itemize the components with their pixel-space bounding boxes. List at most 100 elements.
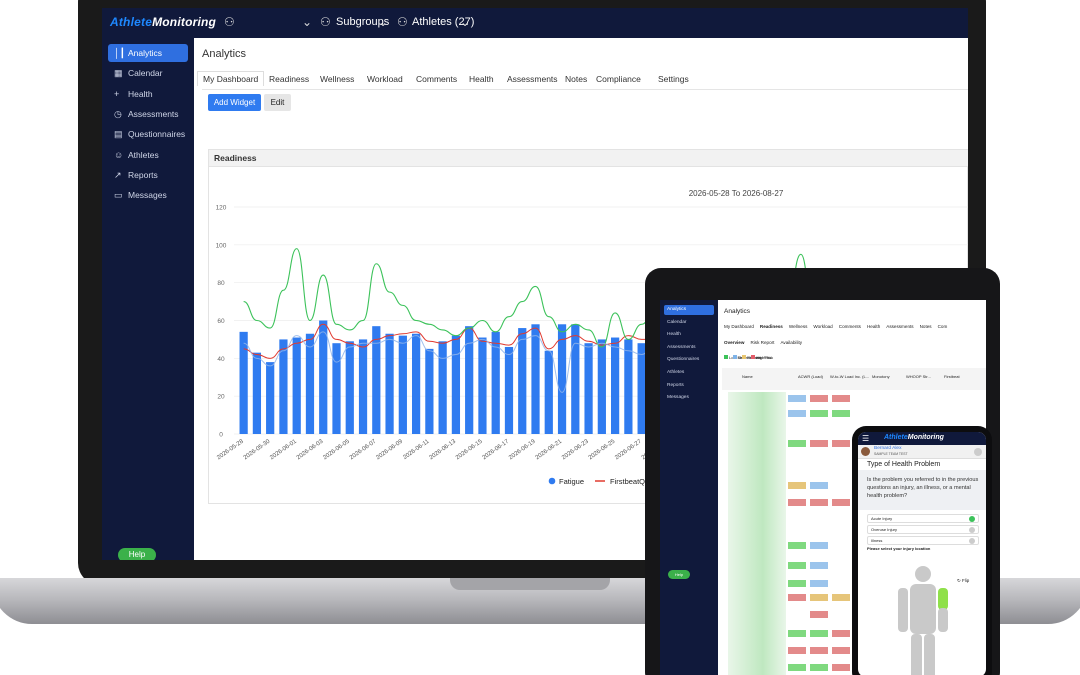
bar-fatigue — [438, 341, 447, 434]
tab-compliance[interactable]: Compliance — [596, 74, 641, 84]
tablet-sidebar-item-questionnaires[interactable]: Questionnaires — [664, 355, 714, 365]
sidebar-item-calendar[interactable]: ▦ Calendar — [108, 64, 188, 82]
tablet-risk-legend: Low RiskUndertrainedElevated RiskHigh Ri… — [724, 353, 773, 360]
tablet-column-header[interactable]: ACWR (Load) — [798, 374, 823, 379]
tablet-tab-com[interactable]: Com — [938, 324, 948, 329]
tablet-status-cell — [832, 630, 850, 637]
user-name: Bernard Alex — [874, 446, 902, 451]
tab-settings[interactable]: Settings — [658, 74, 689, 84]
tablet-status-cell — [832, 395, 850, 402]
tablet-status-cell — [788, 410, 806, 417]
tab-comments[interactable]: Comments — [416, 74, 457, 84]
tab-health[interactable]: Health — [469, 74, 494, 84]
x-tick-label: 2026-06-03 — [296, 438, 325, 461]
x-tick-label: 2026-05-28 — [216, 438, 245, 461]
tablet-status-cell — [810, 542, 828, 549]
sidebar-item-label: Reports — [128, 169, 158, 180]
tab-notes[interactable]: Notes — [565, 74, 587, 84]
sidebar-item-label: Health — [128, 88, 153, 99]
tablet-column-header[interactable]: W-to-W Load Inc. (L... — [830, 374, 869, 379]
chart-title: 2026-05-28 To 2026-08-27 — [689, 189, 784, 198]
chevron-down-icon[interactable]: ⌄ — [302, 15, 312, 29]
tablet-legend-item: Elevated Risk — [742, 354, 771, 360]
tab-readiness[interactable]: Readiness — [269, 74, 309, 84]
tab-assessments[interactable]: Assessments — [507, 74, 558, 84]
tablet-sidebar-item-messages[interactable]: Messages — [664, 393, 714, 403]
y-tick-label: 100 — [216, 242, 227, 249]
answer-option[interactable]: Illness — [867, 536, 979, 545]
menu-icon[interactable]: ☰ — [862, 434, 869, 443]
bar-fatigue — [252, 352, 262, 434]
tab-workload[interactable]: Workload — [367, 74, 403, 84]
tablet-sidebar-item-assessments[interactable]: Assessments — [664, 343, 714, 353]
answer-option[interactable]: Acute Injury — [867, 514, 979, 523]
sidebar-item-reports[interactable]: ↗ Reports — [108, 166, 188, 184]
tablet-tab-my-dashboard[interactable]: My Dashboard — [724, 324, 754, 329]
help-button[interactable]: Help — [118, 548, 156, 560]
tablet-column-header[interactable]: Name — [742, 374, 753, 379]
option-label: Illness — [871, 538, 883, 543]
tab-my-dashboard[interactable]: My Dashboard — [197, 71, 265, 86]
tablet-sidebar-item-calendar[interactable]: Calendar — [664, 318, 714, 328]
tablet-subtab-availability[interactable]: Availability — [780, 340, 802, 345]
check-icon — [969, 516, 975, 522]
calendar-icon: ▦ — [114, 68, 123, 79]
bar-fatigue — [624, 339, 633, 434]
y-tick-label: 0 — [219, 432, 223, 439]
sidebar-item-athletes[interactable]: ☺ Athletes — [108, 146, 188, 164]
tablet-tab-workload[interactable]: Workload — [813, 324, 832, 329]
tablet-tab-bar: My Dashboard Readiness Wellness Workload Com… — [724, 324, 953, 329]
sidebar-item-messages[interactable]: ▭ Messages — [108, 186, 188, 204]
tablet-tab-notes[interactable]: Notes — [920, 324, 932, 329]
tablet-tab-readiness[interactable]: Readiness — [760, 324, 783, 329]
radio-icon — [969, 538, 975, 544]
legend-label-fatigue[interactable]: Fatigue — [559, 477, 584, 486]
sidebar-item-health[interactable]: + Health — [108, 85, 188, 103]
y-tick-label: 40 — [217, 356, 225, 363]
flip-button[interactable]: ↻ Flip — [957, 578, 969, 584]
sidebar-item-questionnaires[interactable]: ▤ Questionnaires — [108, 125, 188, 143]
tablet-subtab-overview[interactable]: Overview — [724, 340, 744, 345]
tablet-status-cell — [788, 542, 806, 549]
legend-swatch — [733, 354, 737, 359]
answer-option[interactable]: Overuse Injury — [867, 525, 979, 534]
bar-fatigue — [531, 324, 540, 434]
chevron-down-icon[interactable]: ⌄ — [378, 15, 388, 29]
tablet-sidebar-item-reports[interactable]: Reports — [664, 381, 714, 391]
tablet-tab-assessments[interactable]: Assessments — [886, 324, 913, 329]
top-bar: AthleteMonitoring ⚇ ⌄ ⚇ Subgroups ⌄ ⚇ At… — [102, 8, 968, 38]
tablet-status-cell — [788, 580, 806, 587]
tablet-column-header[interactable]: Monotony — [872, 374, 890, 379]
tablet-status-cell — [810, 611, 828, 618]
tablet-column-header[interactable]: WHOOP Str... — [906, 374, 931, 379]
tablet-status-cell — [810, 562, 828, 569]
chevron-down-icon[interactable]: ⌄ — [460, 15, 470, 29]
tablet-help-button[interactable]: Help — [668, 570, 690, 579]
y-tick-label: 20 — [217, 394, 225, 401]
team-icon[interactable]: ⚇ — [224, 15, 235, 29]
tablet-sidebar-item-health[interactable]: Health — [664, 330, 714, 340]
x-tick-label: 2026-06-09 — [375, 438, 404, 461]
body-map[interactable] — [888, 562, 958, 675]
phone-screen: ☰ AthleteMonitoring Bernard Alex SAMPLE … — [858, 432, 986, 675]
radio-icon — [969, 527, 975, 533]
tablet-column-header[interactable]: Firstbeat — [944, 374, 960, 379]
sidebar-item-analytics[interactable]: │┃ Analytics — [108, 44, 188, 62]
tablet-tab-comments[interactable]: Comments — [839, 324, 861, 329]
close-icon[interactable] — [974, 448, 982, 456]
tablet-tab-wellness[interactable]: Wellness — [789, 324, 808, 329]
x-tick-label: 2026-06-07 — [349, 438, 378, 461]
tablet-sidebar-item-athletes[interactable]: Athletes — [664, 368, 714, 378]
tablet-tab-health[interactable]: Health — [867, 324, 880, 329]
tab-wellness[interactable]: Wellness — [320, 74, 354, 84]
tablet-subtab-risk-report[interactable]: Risk Report — [750, 340, 774, 345]
tablet-status-cell — [788, 630, 806, 637]
sidebar-item-assessments[interactable]: ◷ Assessments — [108, 105, 188, 123]
x-tick-label: 2026-06-11 — [402, 438, 431, 461]
add-widget-button[interactable]: Add Widget — [208, 94, 261, 111]
x-tick-label: 2026-06-19 — [508, 438, 537, 461]
page-title: Analytics — [202, 48, 247, 60]
x-tick-label: 2026-06-25 — [588, 438, 617, 461]
tablet-sidebar-item-analytics[interactable]: Analytics — [664, 305, 714, 315]
edit-button[interactable]: Edit — [264, 94, 291, 111]
